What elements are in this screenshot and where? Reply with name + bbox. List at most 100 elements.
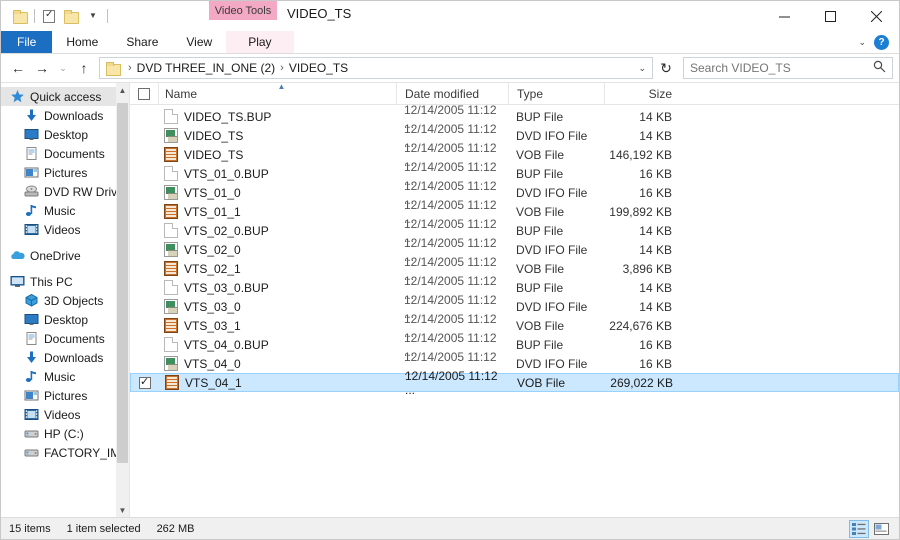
sidebar-item-label: Videos (44, 222, 81, 237)
chevron-down-icon[interactable]: ⌄ (858, 37, 866, 48)
sidebar-item-videos[interactable]: Videos (1, 405, 129, 424)
table-row[interactable]: VTS_01_0 12/14/2005 11:12 ... DVD IFO File… (130, 179, 899, 207)
sidebar-item-documents[interactable]: Documents (1, 329, 129, 348)
row-checkbox-cell[interactable] (130, 240, 158, 259)
sidebar-item-onedrive[interactable]: OneDrive (1, 246, 129, 265)
minimize-icon[interactable] (761, 1, 807, 31)
table-row[interactable]: VTS_04_0.BUP 12/14/2005 11:12 ... BUP File… (130, 331, 899, 359)
folder-icon[interactable] (9, 5, 31, 27)
row-checkbox-cell[interactable] (130, 145, 158, 164)
table-row[interactable]: VTS_01_0.BUP 12/14/2005 11:12 ... BUP File… (130, 160, 899, 188)
sidebar-item-this-pc[interactable]: This PC (1, 272, 129, 291)
sidebar-item-3d-objects[interactable]: 3D Objects (1, 291, 129, 310)
tab-home[interactable]: Home (52, 31, 112, 53)
up-button[interactable]: ↑ (73, 57, 95, 79)
row-checkbox-cell[interactable] (130, 354, 158, 373)
sidebar-item-desktop[interactable]: Desktop⚲ (1, 125, 129, 144)
column-header-date[interactable]: Date modified (396, 82, 508, 105)
table-row[interactable]: VTS_04_1 12/14/2005 11:12 ... VOB File 269,… (130, 368, 899, 397)
properties-icon[interactable] (38, 5, 60, 27)
row-checkbox-cell[interactable] (130, 164, 158, 183)
table-row[interactable]: VTS_02_1 12/14/2005 11:12 ... VOB File 3,89… (130, 255, 899, 283)
breadcrumb-separator-1[interactable]: › (277, 62, 287, 74)
row-checkbox[interactable] (139, 375, 151, 389)
tab-share[interactable]: Share (112, 31, 172, 53)
row-checkbox-cell[interactable] (131, 374, 159, 391)
breadcrumb[interactable]: › DVD THREE_IN_ONE (2) › VIDEO_TS ⌄ (99, 57, 653, 79)
sidebar-item-label: Pictures (44, 388, 88, 403)
row-checkbox-cell[interactable] (130, 221, 158, 240)
table-row[interactable]: VTS_02_0 12/14/2005 11:12 ... DVD IFO File… (130, 236, 899, 264)
sidebar-item-videos[interactable]: Videos (1, 220, 129, 239)
tab-play[interactable]: Play (226, 31, 294, 53)
sidebar-item-pictures[interactable]: Pictures⚲ (1, 163, 129, 182)
scrollbar-track[interactable] (116, 97, 129, 503)
table-row[interactable]: VTS_01_1 12/14/2005 11:12 ... VOB File 199,… (130, 198, 899, 226)
close-icon[interactable] (853, 1, 899, 31)
search-input[interactable] (690, 61, 873, 75)
row-checkbox-cell[interactable] (130, 297, 158, 316)
recent-locations-button[interactable]: ⌄ (55, 57, 71, 79)
back-button[interactable]: ← (7, 57, 29, 79)
sidebar-item-music[interactable]: Music (1, 367, 129, 386)
table-row[interactable]: VIDEO_TS.BUP 12/14/2005 11:12 ... BUP File… (130, 105, 899, 131)
row-checkbox-cell[interactable] (130, 183, 158, 202)
table-row[interactable]: VTS_03_1 12/14/2005 11:12 ... VOB File 224,… (130, 312, 899, 340)
large-icons-view-button[interactable] (871, 520, 891, 538)
row-checkbox-cell[interactable] (130, 278, 158, 297)
cell-size: 14 KB (639, 223, 672, 238)
file-name: VTS_03_1 (184, 318, 241, 333)
details-view-button[interactable] (849, 519, 869, 538)
breadcrumb-separator-0[interactable]: › (125, 62, 135, 74)
table-row[interactable]: VIDEO_TS 12/14/2005 11:12 ... VOB File 146,… (130, 141, 899, 169)
maximize-icon[interactable] (807, 1, 853, 31)
row-checkbox-cell[interactable] (130, 335, 158, 354)
customize-dropdown-icon[interactable]: ▼ (82, 5, 104, 27)
row-checkbox-cell[interactable] (130, 107, 158, 126)
table-row[interactable]: VIDEO_TS 12/14/2005 11:12 ... DVD IFO File… (130, 122, 899, 150)
sidebar-item-downloads[interactable]: Downloads⚲ (1, 106, 129, 125)
new-folder-icon[interactable] (60, 5, 82, 27)
quick-access-toolbar: ▼ (1, 1, 111, 31)
scrollbar-thumb[interactable] (117, 103, 128, 463)
sidebar-item-factory-imag[interactable]: FACTORY_IMAG (1, 443, 129, 462)
navigation-scrollbar[interactable]: ▲ ▼ (116, 83, 129, 517)
sidebar-item-music[interactable]: Music (1, 201, 129, 220)
scroll-down-icon[interactable]: ▼ (116, 503, 129, 517)
row-checkbox-cell[interactable] (130, 202, 158, 221)
select-all-header[interactable] (130, 83, 158, 105)
row-checkbox-cell[interactable] (130, 126, 158, 145)
address-dropdown-icon[interactable]: ⌄ (638, 63, 646, 74)
search-box[interactable] (683, 57, 893, 79)
breadcrumb-item-0[interactable]: DVD THREE_IN_ONE (2) (137, 61, 275, 75)
sidebar-item-downloads[interactable]: Downloads (1, 348, 129, 367)
bup-file-icon (164, 223, 178, 238)
sidebar-item-quick-access[interactable]: Quick access (1, 87, 129, 106)
sidebar-item-pictures[interactable]: Pictures (1, 386, 129, 405)
help-icon[interactable]: ? (874, 35, 889, 50)
select-all-checkbox[interactable] (138, 87, 150, 100)
column-header-type[interactable]: Type (508, 82, 604, 105)
sidebar-item-desktop[interactable]: Desktop (1, 310, 129, 329)
table-row[interactable]: VTS_03_0.BUP 12/14/2005 11:12 ... BUP File… (130, 274, 899, 302)
table-row[interactable]: VTS_04_0 12/14/2005 11:12 ... DVD IFO File… (130, 350, 899, 378)
row-checkbox-cell[interactable] (130, 259, 158, 278)
column-header-size[interactable]: Size (604, 82, 682, 105)
sidebar-item-hp-c[interactable]: HP (C:) (1, 424, 129, 443)
sidebar-item-dvd-rw-drive-e[interactable]: DVD RW Drive (E (1, 182, 129, 201)
row-checkbox-cell[interactable] (130, 316, 158, 335)
forward-button[interactable]: → (31, 57, 53, 79)
search-icon[interactable] (873, 60, 886, 76)
scroll-up-icon[interactable]: ▲ (116, 83, 129, 97)
tab-view[interactable]: View (172, 31, 226, 53)
desktop-icon (23, 127, 39, 143)
tab-file[interactable]: File (1, 31, 53, 53)
sidebar-item-documents[interactable]: Documents⚲ (1, 144, 129, 163)
refresh-button[interactable]: ↻ (655, 57, 677, 79)
table-row[interactable]: VTS_02_0.BUP 12/14/2005 11:12 ... BUP File… (130, 217, 899, 245)
breadcrumb-item-1[interactable]: VIDEO_TS (289, 61, 348, 75)
column-header-name[interactable]: ▲ Name (158, 82, 396, 105)
contextual-tab-label: Video Tools (214, 4, 272, 17)
table-row[interactable]: VTS_03_0 12/14/2005 11:12 ... DVD IFO File… (130, 293, 899, 321)
cell-date-modified: 12/14/2005 11:12 ... (405, 368, 498, 397)
